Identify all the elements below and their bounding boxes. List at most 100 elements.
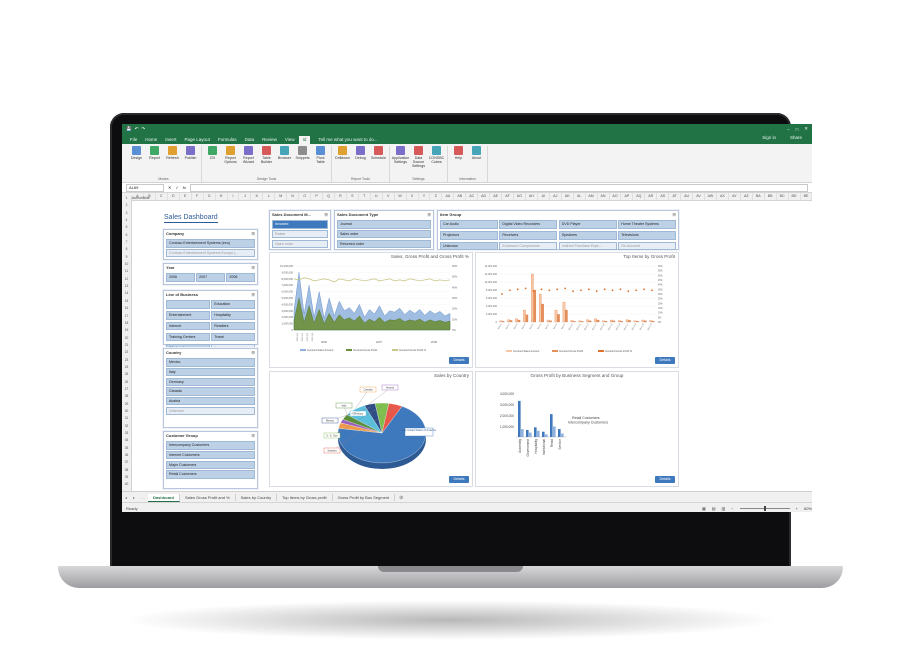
slicer-item[interactable]: Open order (272, 239, 328, 249)
row-header[interactable]: 15 (122, 299, 131, 306)
row-header[interactable]: 13 (122, 284, 131, 291)
ribbon-tab-view[interactable]: View (281, 136, 299, 144)
row-header[interactable]: 31 (122, 416, 131, 423)
filter-clear-icon[interactable]: ☰ (251, 265, 255, 271)
slicer-item[interactable]: Unknown (440, 241, 498, 251)
zoom-slider[interactable] (739, 505, 790, 511)
formula-input[interactable] (189, 183, 808, 192)
ribbon-button-pivot-table[interactable]: Pivot Table (313, 146, 328, 177)
row-header[interactable]: 1 (122, 196, 131, 203)
row-header[interactable]: 36 (122, 453, 131, 460)
slicer-item[interactable]: On Account (618, 241, 676, 251)
slicer-item[interactable]: Car Audio (440, 220, 498, 229)
ribbon-tab-insert[interactable]: Insert (161, 136, 180, 144)
ribbon-button-report[interactable]: Report (147, 146, 162, 177)
ribbon-button-schedule[interactable]: Schedule (371, 146, 386, 177)
row-header[interactable]: 25 (122, 372, 131, 379)
sheet-tab[interactable]: Gross Profit by Bus Segment (333, 494, 396, 501)
ribbon-tab-review[interactable]: Review (258, 136, 281, 144)
filter-clear-icon[interactable]: ☰ (251, 433, 255, 439)
row-header[interactable]: 37 (122, 460, 131, 467)
filter-clear-icon[interactable]: ☰ (251, 231, 255, 237)
row-header[interactable]: 2 (122, 203, 131, 210)
undo-icon[interactable]: ↶ (135, 126, 139, 132)
slicer-item[interactable]: Roster (272, 229, 328, 239)
slicer-item[interactable]: Projectors (440, 231, 498, 240)
filter-clear-icon[interactable]: ☰ (427, 212, 431, 218)
row-header[interactable]: 38 (122, 468, 131, 475)
slicer-item[interactable]: Contoso Entertainment Systems Europe (..… (166, 248, 255, 258)
function-icon[interactable]: fx (183, 185, 186, 190)
slicer-item[interactable]: Sales order (337, 229, 431, 239)
filter-clear-icon[interactable]: ☰ (672, 212, 676, 218)
ribbon-tab-id[interactable]: Id (298, 136, 311, 144)
ribbon-button-drilldown[interactable]: Drilldown (335, 146, 350, 177)
slicer-item[interactable]: Entertainment (166, 311, 210, 320)
share-button[interactable]: Share (786, 134, 806, 142)
row-header[interactable]: 35 (122, 446, 131, 453)
filter-clear-icon[interactable]: ☰ (251, 292, 255, 298)
slicer-item[interactable] (166, 300, 210, 309)
slicer-item[interactable]: Training Centers (166, 332, 210, 342)
sheet-next-icon[interactable]: ▸ (130, 495, 138, 500)
slicer-item[interactable]: Travel (211, 332, 255, 342)
slicer-item[interactable]: Contoso Entertainment Systems (eeu) (166, 239, 255, 248)
slicer-item[interactable]: Indirect Purchase Expe... (558, 241, 617, 251)
add-sheet-icon[interactable]: ⊕ (399, 495, 403, 501)
ribbon-button-data-source-settings[interactable]: Data Source Settings (411, 146, 426, 177)
row-header[interactable]: 14 (122, 291, 131, 298)
row-header[interactable]: 7 (122, 240, 131, 247)
slicer-item[interactable]: Invoiced (272, 220, 328, 229)
ribbon-button-design[interactable]: Design (129, 146, 144, 177)
row-header[interactable]: 16 (122, 306, 131, 313)
slicer-item[interactable]: Italy (166, 367, 255, 377)
close-icon[interactable]: ✕ (804, 126, 808, 132)
slicer-item[interactable]: 2006 (166, 273, 195, 282)
row-header[interactable]: 39 (122, 475, 131, 482)
slicer-item[interactable]: Internet (166, 321, 210, 331)
ribbon-button-refresh[interactable]: Refresh (165, 146, 180, 177)
row-header[interactable]: 29 (122, 402, 131, 409)
sheet-tab[interactable]: Sales by Country (236, 494, 278, 501)
row-header[interactable]: 26 (122, 380, 131, 387)
normal-view-icon[interactable]: ▦ (702, 506, 706, 511)
row-header[interactable]: 3 (122, 211, 131, 218)
row-header[interactable]: 9 (122, 255, 131, 262)
zoom-out-icon[interactable]: − (731, 506, 733, 511)
ribbon-tab-home[interactable]: Home (141, 136, 161, 144)
slicer-item[interactable]: 2007 (196, 273, 225, 282)
ribbon-tab-file[interactable]: File (126, 136, 141, 144)
details-button[interactable]: Details (449, 357, 469, 364)
page-layout-icon[interactable]: ▤ (712, 506, 716, 511)
row-header[interactable]: 5 (122, 225, 131, 232)
slicer-item[interactable]: Major Customers (166, 460, 255, 470)
row-header[interactable]: 40 (122, 482, 131, 489)
minimize-icon[interactable]: – (787, 127, 790, 132)
slicer-item[interactable]: Receivers (499, 231, 558, 240)
ribbon-button-table-builder[interactable]: Table Builder (259, 146, 274, 177)
row-header[interactable]: 10 (122, 262, 131, 269)
slicer-item[interactable]: Speakers (558, 231, 617, 240)
ribbon-button-snippets[interactable]: Snippets (295, 146, 310, 177)
slicer-item[interactable]: Education (211, 300, 255, 309)
row-header[interactable]: 20 (122, 336, 131, 343)
slicer-item[interactable]: Home Theater Systems (618, 220, 676, 229)
tell-me-box[interactable]: Tell me what you want to do... (314, 136, 381, 144)
ribbon-tab-page-layout[interactable]: Page Layout (181, 136, 214, 144)
row-header[interactable]: 11 (122, 269, 131, 276)
slicer-item[interactable]: Retailers (211, 321, 255, 331)
filter-clear-icon[interactable]: ☰ (251, 350, 255, 356)
row-header[interactable]: 6 (122, 233, 131, 240)
row-header[interactable]: 17 (122, 314, 131, 321)
ribbon-button-about[interactable]: About (469, 146, 484, 177)
redo-icon[interactable]: ↷ (141, 126, 145, 132)
slicer-item[interactable]: Austria (166, 396, 255, 406)
slicer-item[interactable]: Returned order (337, 239, 431, 249)
restore-icon[interactable]: □ (796, 127, 799, 132)
ribbon-button-debug[interactable]: Debug (353, 146, 368, 177)
sign-in-link[interactable]: Sign in (758, 134, 780, 142)
row-header[interactable]: 22 (122, 350, 131, 357)
row-header[interactable]: 27 (122, 387, 131, 394)
slicer-item[interactable]: Internet Customers (166, 450, 255, 460)
slicer-item[interactable]: DVD Player (558, 220, 617, 229)
